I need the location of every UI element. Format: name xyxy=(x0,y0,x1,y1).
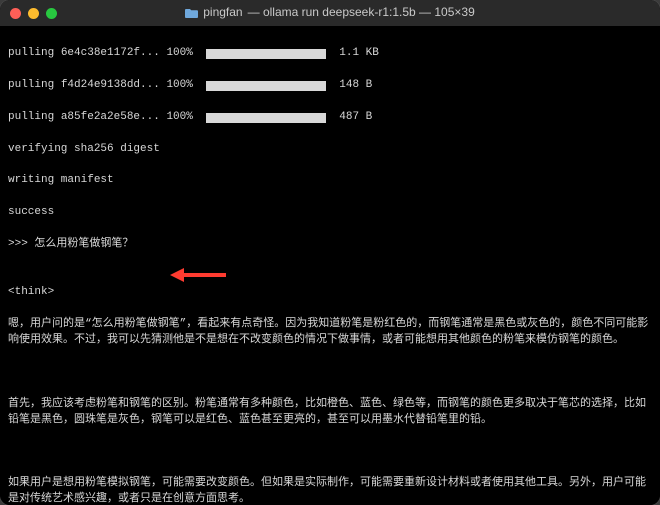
folder-icon xyxy=(185,7,198,18)
status-line: writing manifest xyxy=(8,173,652,189)
progress-bar xyxy=(206,113,326,123)
pull-line: pulling 6e4c38e1172f... 100% 1.1 KB xyxy=(8,46,652,62)
minimize-icon[interactable] xyxy=(28,8,39,19)
blank-line xyxy=(8,365,652,381)
title-rest: — ollama run deepseek-r1:1.5b — 105×39 xyxy=(248,4,475,21)
prompt-marker: >>> xyxy=(8,238,34,250)
pull-text: pulling 6e4c38e1172f... 100% xyxy=(8,46,206,62)
think-paragraph: 如果用户是想用粉笔模拟钢笔，可能需要改变颜色。但如果是实际制作，可能需要重新设计… xyxy=(8,476,652,505)
pull-line: pulling a85fe2a2e58e... 100% 487 B xyxy=(8,110,652,126)
pull-size: 487 B xyxy=(326,110,372,126)
prompt-input[interactable]: 怎么用粉笔做钢笔？ xyxy=(34,238,133,250)
think-open-tag: <think> xyxy=(8,285,652,301)
titlebar: pingfan — ollama run deepseek-r1:1.5b — … xyxy=(0,0,660,26)
title-folder: pingfan xyxy=(203,4,242,21)
progress-bar xyxy=(206,49,326,59)
prompt-line: >>> 怎么用粉笔做钢笔？ xyxy=(8,237,652,269)
terminal-body[interactable]: pulling 6e4c38e1172f... 100% 1.1 KB pull… xyxy=(0,26,660,505)
terminal-window: pingfan — ollama run deepseek-r1:1.5b — … xyxy=(0,0,660,505)
status-line: success xyxy=(8,205,652,221)
progress-bar xyxy=(206,81,326,91)
annotation-arrow-icon xyxy=(168,233,228,317)
close-icon[interactable] xyxy=(10,8,21,19)
pull-text: pulling a85fe2a2e58e... 100% xyxy=(8,110,206,126)
window-title: pingfan — ollama run deepseek-r1:1.5b — … xyxy=(8,4,652,21)
think-paragraph: 嗯，用户问的是“怎么用粉笔做钢笔”，看起来有点奇怪。因为我知道粉笔是粉红色的，而… xyxy=(8,317,652,349)
pull-size: 1.1 KB xyxy=(326,46,379,62)
status-line: verifying sha256 digest xyxy=(8,142,652,158)
maximize-icon[interactable] xyxy=(46,8,57,19)
pull-line: pulling f4d24e9138dd... 100% 148 B xyxy=(8,78,652,94)
window-controls xyxy=(10,8,57,19)
think-paragraph: 首先，我应该考虑粉笔和钢笔的区别。粉笔通常有多种颜色，比如橙色、蓝色、绿色等，而… xyxy=(8,397,652,429)
pull-size: 148 B xyxy=(326,78,372,94)
pull-text: pulling f4d24e9138dd... 100% xyxy=(8,78,206,94)
blank-line xyxy=(8,444,652,460)
